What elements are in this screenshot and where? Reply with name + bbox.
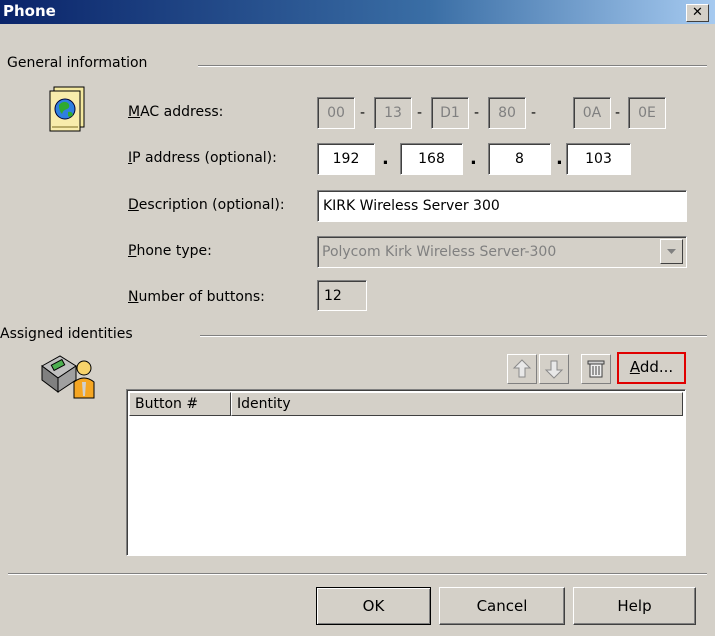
phone-type-label: Phone type:	[128, 243, 212, 259]
arrow-up-icon	[512, 359, 532, 378]
mac-octet-5: 0A	[573, 97, 611, 129]
column-header-button-number[interactable]: Button #	[129, 392, 231, 416]
ip-address-label: IP address (optional):	[128, 150, 277, 166]
close-button[interactable]: ✕	[686, 4, 709, 22]
ip-octet-4-input[interactable]: 103	[566, 143, 631, 175]
general-separator	[198, 65, 707, 67]
chevron-down-icon	[667, 249, 676, 254]
arrow-down-icon	[544, 360, 564, 379]
mac-dash: -	[531, 105, 537, 121]
description-input[interactable]: KIRK Wireless Server 300	[317, 190, 687, 222]
identities-separator	[200, 335, 707, 337]
buttons-count-value: 12	[317, 280, 367, 311]
phone-type-select: Polycom Kirk Wireless Server-300	[317, 236, 687, 268]
help-button[interactable]: Help	[573, 587, 696, 625]
mac-octet-2: 13	[374, 97, 412, 129]
column-header-identity[interactable]: Identity	[231, 392, 683, 416]
close-icon: ✕	[692, 5, 703, 20]
mac-octet-1: 00	[317, 97, 355, 129]
add-button[interactable]: Add...	[617, 352, 686, 384]
title-bar	[0, 0, 715, 24]
mac-octet-4: 80	[488, 97, 526, 129]
ip-octet-3-input[interactable]: 8	[488, 143, 551, 175]
mac-octet-6: 0E	[628, 97, 666, 129]
move-up-button[interactable]	[507, 354, 537, 384]
phone-type-dropdown-button	[660, 239, 683, 264]
mac-dash: -	[417, 105, 423, 121]
delete-button[interactable]	[581, 354, 611, 384]
phone-user-icon	[38, 352, 102, 404]
buttons-count-label: Number of buttons:	[128, 289, 265, 305]
identities-section-label: Assigned identities	[0, 326, 139, 342]
move-down-button[interactable]	[539, 354, 569, 384]
globe-book-icon	[48, 85, 88, 137]
mac-dash: -	[474, 105, 480, 121]
ip-octet-2-input[interactable]: 168	[400, 143, 463, 175]
cancel-button[interactable]: Cancel	[439, 587, 565, 625]
ip-dot: .	[470, 148, 477, 169]
ip-dot: .	[556, 148, 563, 169]
mac-octet-3: D1	[431, 97, 469, 129]
ip-dot: .	[382, 148, 389, 169]
window-title: Phone	[3, 2, 56, 20]
trash-icon	[587, 360, 605, 378]
ip-octet-1-input[interactable]: 192	[317, 143, 375, 175]
mac-address-label: MAC address:	[128, 104, 224, 120]
footer-separator	[8, 573, 707, 575]
mac-dash: -	[360, 105, 366, 121]
general-section-label: General information	[7, 55, 154, 71]
mac-dash: -	[615, 105, 621, 121]
ok-button[interactable]: OK	[316, 587, 431, 625]
description-label: Description (optional):	[128, 197, 285, 213]
